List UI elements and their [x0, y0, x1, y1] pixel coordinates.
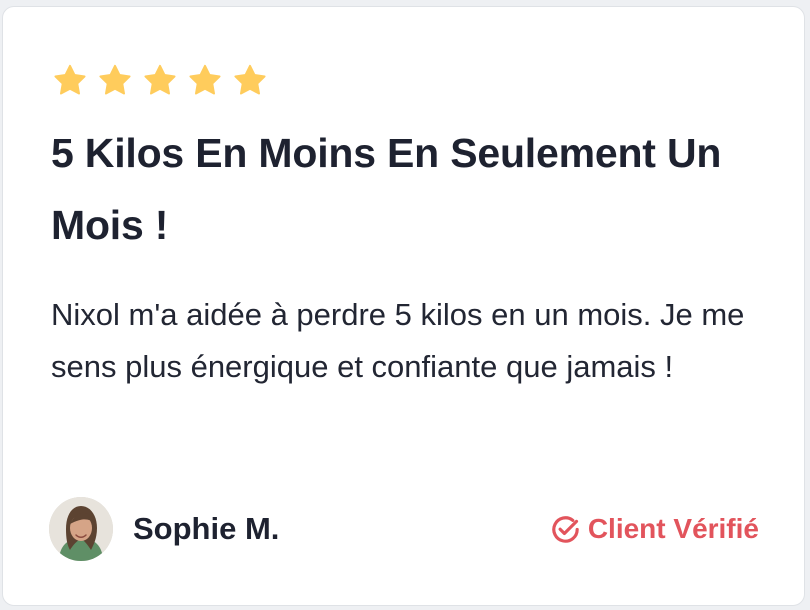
star-icon — [99, 64, 131, 95]
review-card: 5 Kilos En Moins En Seulement Un Mois ! … — [2, 6, 805, 606]
avatar-image — [49, 497, 113, 561]
author-name: Sophie M. — [133, 511, 280, 546]
star-icon — [54, 64, 86, 95]
review-body: Nixol m'a aidée à perdre 5 kilos en un m… — [51, 297, 745, 384]
star-rating — [51, 62, 269, 100]
star-icon — [189, 64, 221, 95]
check-circle-icon — [552, 515, 579, 543]
review-footer: Sophie M. Client Vérifié — [49, 497, 759, 569]
verified-label: Client Vérifié — [587, 513, 759, 544]
avatar — [49, 497, 113, 561]
verified-badge: Client Vérifié — [549, 511, 759, 547]
star-icon — [234, 64, 266, 95]
review-title: 5 Kilos En Moins En Seulement Un Mois ! — [51, 130, 722, 248]
star-icon — [144, 64, 176, 95]
